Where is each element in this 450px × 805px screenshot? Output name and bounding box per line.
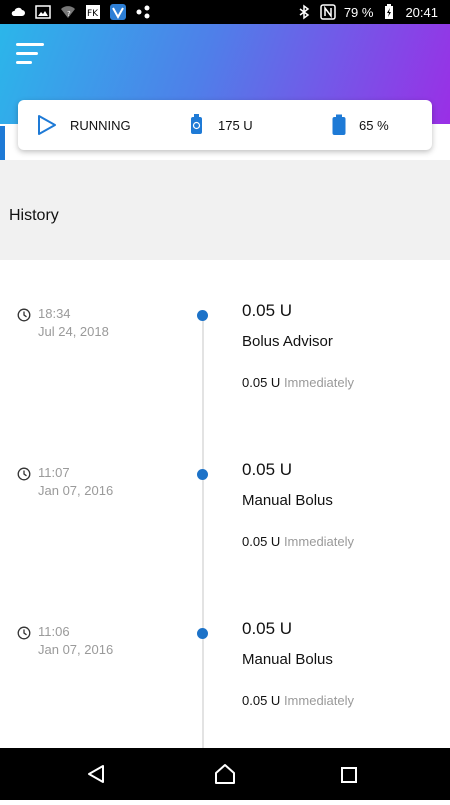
timeline-dot bbox=[197, 628, 208, 639]
entry-type: Bolus Advisor bbox=[242, 333, 333, 350]
svg-text:FK: FK bbox=[87, 9, 99, 19]
bluetooth-icon bbox=[299, 4, 310, 20]
entry-time: 18:34 bbox=[38, 306, 71, 321]
timeline-dot bbox=[197, 310, 208, 321]
battery-percent: 79 % bbox=[343, 4, 374, 20]
entry-detail-note: Immediately bbox=[283, 534, 355, 549]
navigation-bar bbox=[0, 748, 450, 800]
image-icon bbox=[35, 5, 51, 19]
timeline-dot bbox=[197, 469, 208, 480]
entry-detail-note: Immediately bbox=[283, 375, 355, 390]
wifi-question-icon: ? bbox=[61, 6, 75, 18]
clock-icon bbox=[17, 467, 31, 481]
nfc-icon bbox=[320, 4, 336, 20]
svg-text:?: ? bbox=[67, 10, 71, 18]
entry-type: Manual Bolus bbox=[242, 651, 333, 668]
active-indicator bbox=[0, 126, 5, 160]
entry-detail-amount: 0.05 U bbox=[242, 375, 281, 390]
back-button[interactable] bbox=[66, 748, 126, 800]
entry-date: Jan 07, 2016 bbox=[38, 642, 114, 657]
reservoir-icon bbox=[191, 114, 202, 134]
entry-amount: 0.05 U bbox=[242, 619, 293, 638]
pump-battery-icon bbox=[332, 114, 346, 135]
battery-status[interactable]: 65 % bbox=[331, 100, 389, 150]
entry-amount: 0.05 U bbox=[242, 460, 293, 479]
back-icon bbox=[88, 765, 104, 783]
clock-icon bbox=[17, 626, 31, 640]
recents-icon bbox=[341, 767, 357, 783]
clock: 20:41 bbox=[405, 4, 438, 20]
entry-detail: 0.05 U Immediately bbox=[242, 534, 354, 549]
history-entry[interactable]: 11:07 Jan 07, 2016 0.05 U Manual Bolus 0… bbox=[0, 460, 450, 585]
pump-state-label: RUNNING bbox=[70, 117, 131, 133]
reservoir-status[interactable]: 175 U bbox=[188, 100, 253, 150]
battery-label: 65 % bbox=[359, 117, 389, 133]
home-button[interactable] bbox=[195, 748, 255, 800]
entry-type: Manual Bolus bbox=[242, 492, 333, 509]
cloud-icon bbox=[11, 7, 25, 16]
entry-detail-note: Immediately bbox=[283, 693, 355, 708]
entry-detail: 0.05 U Immediately bbox=[242, 693, 354, 708]
entry-time: 11:06 bbox=[38, 624, 70, 639]
page-title: History bbox=[9, 207, 59, 224]
fk-app-icon: FK bbox=[86, 5, 100, 19]
history-entry[interactable]: 18:34 Jul 24, 2018 0.05 U Bolus Advisor … bbox=[0, 301, 450, 426]
section-header bbox=[0, 160, 450, 260]
history-entry[interactable]: 11:06 Jan 07, 2016 0.05 U Manual Bolus 0… bbox=[0, 619, 450, 744]
entry-date: Jul 24, 2018 bbox=[38, 324, 109, 339]
entry-detail-amount: 0.05 U bbox=[242, 534, 281, 549]
pump-state[interactable]: RUNNING bbox=[36, 100, 131, 150]
home-icon bbox=[215, 764, 235, 784]
clock-icon bbox=[17, 308, 31, 322]
entry-detail: 0.05 U Immediately bbox=[242, 375, 354, 390]
entry-time: 11:07 bbox=[38, 465, 70, 480]
entry-detail-amount: 0.05 U bbox=[242, 693, 281, 708]
recents-button[interactable] bbox=[320, 748, 380, 800]
vpn-app-icon bbox=[110, 4, 126, 20]
share-icon bbox=[136, 5, 150, 19]
entry-date: Jan 07, 2016 bbox=[38, 483, 114, 498]
status-bar: ? FK 79 % 20:41 bbox=[0, 0, 450, 24]
reservoir-label: 175 U bbox=[218, 117, 253, 133]
play-icon bbox=[38, 115, 56, 135]
hamburger-menu-icon[interactable] bbox=[16, 43, 44, 65]
entry-amount: 0.05 U bbox=[242, 301, 293, 320]
battery-charging-icon bbox=[385, 4, 394, 19]
pump-status-card: RUNNING 175 U 65 % bbox=[18, 100, 432, 150]
